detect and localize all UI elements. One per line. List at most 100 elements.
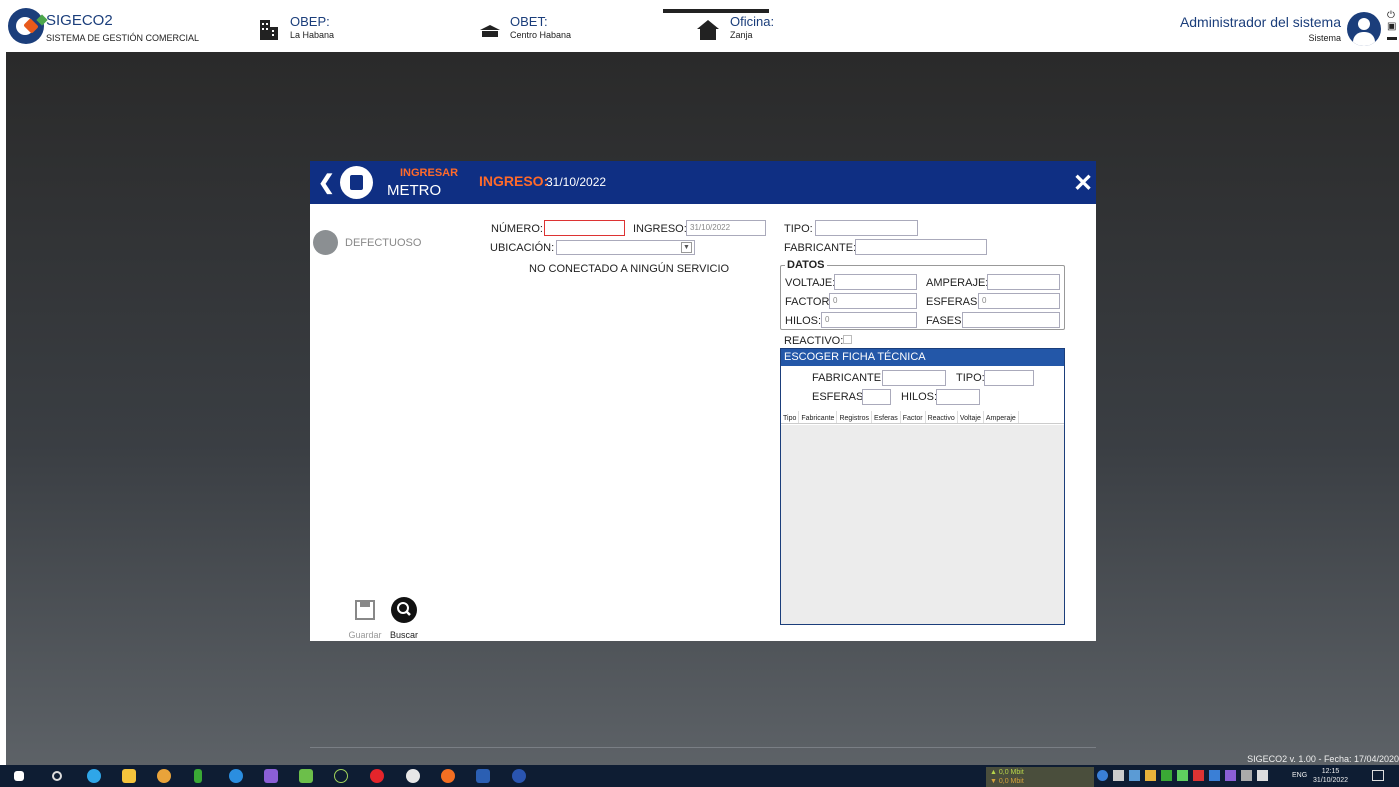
clock-time: 12:15 — [1321, 768, 1340, 775]
windows-start-icon[interactable] — [14, 771, 24, 781]
ficha-hilos-label: HILOS: — [901, 391, 938, 403]
clock-date: 31/10/2022 — [1313, 777, 1349, 784]
window-controls: ⏻ ▣ ▬ — [1387, 10, 1397, 43]
esferas-input[interactable]: 0 — [978, 293, 1060, 309]
save-button[interactable]: Guardar — [346, 599, 384, 640]
notifications-icon[interactable] — [1372, 770, 1384, 781]
operation-title: INGRESAR — [400, 167, 459, 179]
column-header[interactable]: Voltaje — [958, 411, 984, 423]
ficha-fabricante-label: FABRICANTE: — [812, 372, 885, 384]
clock[interactable]: 12:15 31/10/2022 — [1313, 767, 1348, 785]
ingreso-header-label: INGRESO: — [479, 173, 549, 189]
app-name: SIGECO2 — [46, 12, 113, 29]
tipo-label: TIPO: — [784, 223, 813, 235]
ficha-hilos-input[interactable] — [936, 389, 980, 405]
save-icon — [355, 600, 375, 620]
hilos-label: HILOS: — [785, 315, 822, 327]
oficina-value: Zanja — [730, 30, 753, 40]
ficha-tecnica-panel: ESCOGER FICHA TÉCNICA FABRICANTE: TIPO: … — [780, 348, 1065, 625]
tray-icons — [1097, 770, 1287, 782]
opera-icon[interactable] — [370, 769, 384, 783]
sigeco-taskbar-icon[interactable] — [512, 769, 526, 783]
datos-legend: DATOS — [785, 259, 827, 271]
app-icon[interactable] — [406, 769, 420, 783]
app-icon[interactable] — [334, 769, 348, 783]
fases-label: FASES: — [926, 315, 965, 327]
app-icon[interactable] — [229, 769, 243, 783]
ingreso-header-date: 31/10/2022 — [546, 175, 607, 189]
column-header[interactable]: Fabricante — [799, 411, 838, 423]
drag-handle[interactable] — [663, 9, 769, 13]
language-indicator[interactable]: ENG — [1292, 772, 1307, 779]
tray-icon[interactable] — [1097, 770, 1108, 781]
app-icon[interactable] — [194, 769, 202, 783]
network-icon[interactable] — [1241, 770, 1252, 781]
column-header[interactable]: Amperaje — [984, 411, 1019, 423]
tray-icon[interactable] — [1209, 770, 1220, 781]
obet-label: OBET: — [510, 14, 548, 29]
word-icon[interactable] — [476, 769, 490, 783]
minimize-icon[interactable]: ▬ — [1387, 32, 1397, 43]
edge-icon[interactable] — [87, 769, 101, 783]
monitor-icon[interactable]: ▣ — [1387, 21, 1397, 32]
ingreso-input[interactable]: 31/10/2022 — [686, 220, 766, 236]
tray-icon[interactable] — [1113, 770, 1124, 781]
ficha-grid-body[interactable] — [781, 425, 1064, 624]
fabricante-input[interactable] — [855, 239, 987, 255]
esferas-label: ESFERAS: — [926, 296, 981, 308]
fases-input[interactable] — [962, 312, 1060, 328]
entity-title: METRO — [387, 182, 442, 199]
net-down: ▼ 0,0 Mbit — [990, 778, 1024, 785]
search-icon — [391, 597, 417, 623]
factor-input[interactable]: 0 — [829, 293, 917, 309]
visual-studio-icon[interactable] — [264, 769, 278, 783]
ficha-esferas-label: ESFERAS: — [812, 391, 867, 403]
column-header[interactable]: Esferas — [872, 411, 901, 423]
chevron-down-icon[interactable]: ▼ — [681, 242, 692, 253]
obep-location: OBEP: La Habana — [290, 14, 334, 40]
reactivo-label: REACTIVO: — [784, 335, 844, 347]
tray-icon[interactable] — [1225, 770, 1236, 781]
tray-icon[interactable] — [1161, 770, 1172, 781]
column-header[interactable]: Reactivo — [926, 411, 958, 423]
ficha-esferas-input[interactable] — [862, 389, 891, 405]
save-label: Guardar — [348, 630, 382, 640]
tipo-input[interactable] — [815, 220, 918, 236]
column-header[interactable]: Factor — [901, 411, 926, 423]
app-icon[interactable] — [299, 769, 313, 783]
connection-status: NO CONECTADO A NINGÚN SERVICIO — [529, 263, 730, 275]
firefox-icon[interactable] — [441, 769, 455, 783]
power-icon[interactable]: ⏻ — [1387, 10, 1397, 21]
dialog-header: ❮ INGRESAR METRO INGRESO: 31/10/2022 ✕ — [310, 161, 1096, 204]
version-text: SIGECO2 v. 1.00 - Fecha: 17/04/2020 — [1247, 754, 1399, 764]
tray-icon[interactable] — [1145, 770, 1156, 781]
voltaje-input[interactable] — [834, 274, 917, 290]
tray-icon[interactable] — [1177, 770, 1188, 781]
volume-icon[interactable] — [1257, 770, 1268, 781]
ficha-fabricante-input[interactable] — [882, 370, 946, 386]
ficha-tipo-label: TIPO: — [956, 372, 985, 384]
fabricante-label: FABRICANTE: — [784, 242, 857, 254]
app-subtitle: SISTEMA DE GESTIÓN COMERCIAL — [46, 33, 200, 43]
search-button[interactable]: Buscar — [386, 597, 422, 640]
search-icon[interactable] — [52, 771, 62, 781]
reactivo-checkbox[interactable] — [843, 335, 852, 344]
close-icon[interactable]: ✕ — [1073, 169, 1093, 198]
user-role: Sistema — [1308, 33, 1341, 43]
column-header[interactable]: Registros — [837, 411, 873, 423]
tray-icon[interactable] — [1129, 770, 1140, 781]
hilos-input[interactable]: 0 — [821, 312, 917, 328]
avatar[interactable] — [1347, 12, 1381, 46]
file-explorer-icon[interactable] — [122, 769, 136, 783]
back-chevron-icon[interactable]: ❮ — [318, 170, 335, 195]
obep-value: La Habana — [290, 30, 335, 40]
home-icon — [697, 20, 719, 40]
column-header[interactable]: Tipo — [781, 411, 800, 423]
factor-label: FACTOR: — [785, 296, 833, 308]
chrome-icon[interactable] — [157, 769, 171, 783]
amperaje-input[interactable] — [987, 274, 1060, 290]
tray-icon[interactable] — [1193, 770, 1204, 781]
ubicacion-select[interactable]: ▼ — [556, 240, 695, 255]
ficha-tipo-input[interactable] — [984, 370, 1034, 386]
numero-input[interactable] — [544, 220, 625, 236]
